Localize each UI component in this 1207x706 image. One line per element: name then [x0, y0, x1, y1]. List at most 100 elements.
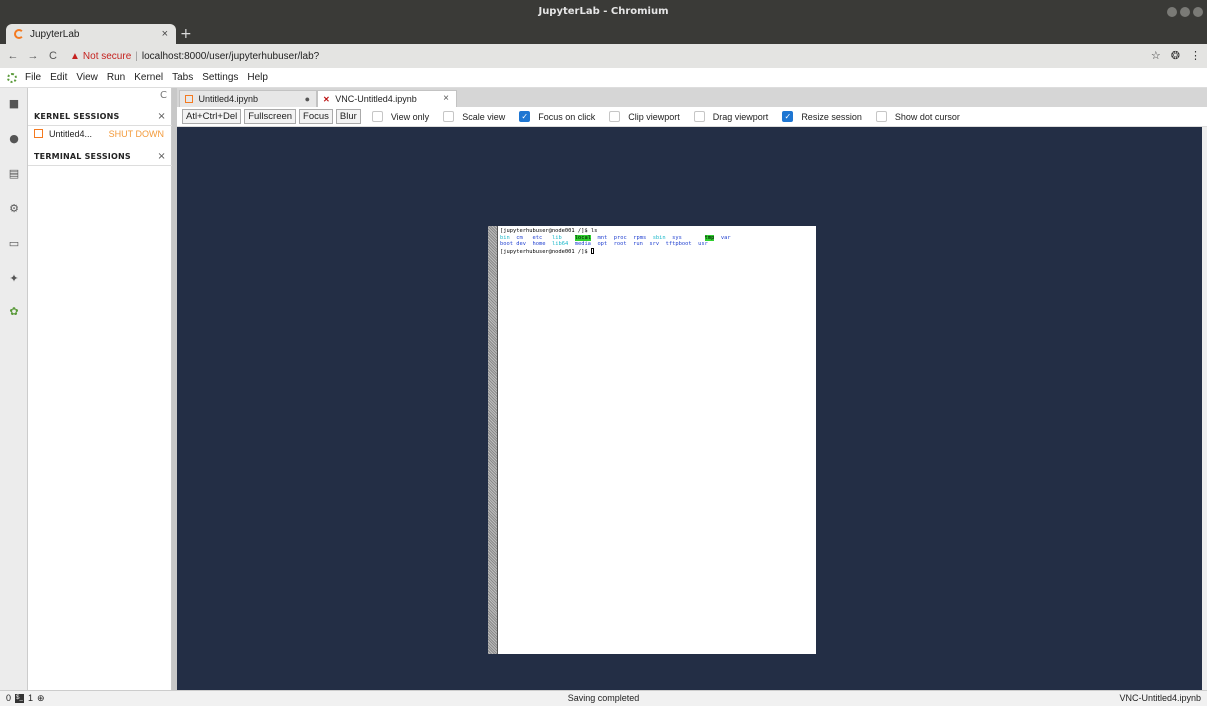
focus-on-click-option[interactable]: ✓ Focus on click	[519, 111, 595, 122]
window-controls	[1167, 7, 1203, 17]
close-kernels-icon[interactable]: ×	[157, 108, 166, 126]
url-field[interactable]: localhost:8000/user/jupyterhubuser/lab?	[142, 51, 319, 62]
ls-entry: usr	[698, 241, 708, 247]
focus-button[interactable]: Focus	[299, 109, 333, 124]
profile-icon[interactable]: ❂	[1171, 49, 1180, 62]
folder-icon[interactable]: ■	[8, 98, 20, 110]
tabs-icon[interactable]: ▭	[8, 238, 20, 250]
extension-manager-icon[interactable]: ✦	[8, 273, 20, 285]
new-tab-button[interactable]: +	[180, 24, 192, 44]
ls-entry: media	[574, 241, 591, 247]
focus-on-click-checkbox[interactable]: ✓	[519, 111, 531, 122]
view-only-checkbox[interactable]	[371, 111, 383, 122]
session-name[interactable]: Untitled4...	[49, 126, 92, 142]
ls-entry: run	[633, 241, 643, 247]
terminal-line: boot dev home lib64 media opt root run s…	[500, 241, 731, 248]
ls-entry: rpms	[633, 234, 647, 241]
status-bar: 0 $_ 1 ⊕ Saving completed VNC-Untitled4.…	[0, 690, 1207, 706]
menu-file[interactable]: File	[25, 72, 41, 83]
jupyter-logo-icon[interactable]: ✿	[8, 306, 20, 318]
tab-vnc-untitled4[interactable]: ✕ VNC-Untitled4.ipynb ×	[317, 90, 457, 107]
bookmark-star-icon[interactable]: ☆	[1151, 49, 1161, 62]
resize-session-checkbox[interactable]: ✓	[782, 111, 794, 122]
ls-entry: boot	[500, 241, 513, 247]
address-bar-actions: ☆ ❂ ⋮	[1151, 49, 1201, 62]
address-bar: ← → C ▲ Not secure | localhost:8000/user…	[0, 44, 1207, 68]
remote-desktop[interactable]: [jupyterhubuser@node001 /]$ ls bin cm etc…	[488, 226, 816, 654]
ls-entry: lib64	[551, 241, 569, 247]
view-only-option[interactable]: View only	[371, 111, 429, 122]
window-titlebar: JupyterLab - Chromium	[0, 0, 1207, 24]
commands-icon[interactable]: ▤	[8, 168, 20, 180]
ls-entry: cm	[516, 234, 523, 241]
resize-session-option[interactable]: ✓ Resize session	[782, 111, 862, 122]
terminal-scrollbar[interactable]	[488, 226, 498, 654]
tab-label: Untitled4.ipynb	[198, 94, 259, 104]
terminal-sessions-title: TERMINAL SESSIONS	[34, 152, 131, 161]
option-label: Scale view	[462, 111, 506, 122]
kernel-session-item[interactable]: Untitled4... SHUT DOWN	[28, 126, 172, 142]
kernel-sessions-title: KERNEL SESSIONS	[34, 112, 120, 121]
notebook-icon	[185, 95, 193, 103]
clip-viewport-checkbox[interactable]	[609, 111, 621, 122]
warning-icon[interactable]: ▲	[70, 51, 80, 62]
reload-button[interactable]: C	[46, 50, 60, 62]
terminal-prompt: [jupyterhubuser@node001 /]$	[500, 248, 591, 255]
close-terminals-icon[interactable]: ×	[157, 148, 166, 166]
menu-view[interactable]: View	[76, 72, 98, 83]
drag-viewport-option[interactable]: Drag viewport	[693, 111, 769, 122]
menu-tabs[interactable]: Tabs	[172, 72, 193, 83]
blur-button[interactable]: Blur	[335, 109, 361, 124]
tab-untitled4[interactable]: Untitled4.ipynb ●	[179, 90, 317, 107]
ls-entry: proc	[613, 234, 627, 241]
show-dot-cursor-checkbox[interactable]	[875, 111, 887, 122]
url-separator: |	[135, 50, 138, 62]
tab-label: VNC-Untitled4.ipynb	[335, 94, 417, 104]
close-tab-icon[interactable]: ×	[162, 28, 168, 40]
option-label: Drag viewport	[712, 111, 769, 122]
drag-viewport-checkbox[interactable]	[693, 111, 705, 122]
refresh-icon[interactable]: C	[160, 90, 167, 101]
menu-run[interactable]: Run	[107, 72, 125, 83]
menu-edit[interactable]: Edit	[50, 72, 67, 83]
minimize-button[interactable]	[1167, 7, 1177, 17]
terminal-line: [jupyterhubuser@node001 /]$	[500, 247, 731, 256]
close-tab-icon[interactable]: ×	[443, 91, 449, 107]
maximize-button[interactable]	[1180, 7, 1190, 17]
window-title: JupyterLab - Chromium	[538, 6, 669, 17]
terminal-sessions-header: TERMINAL SESSIONS ×	[28, 148, 172, 166]
property-inspector-icon[interactable]: ⚙	[8, 203, 20, 215]
xterm-window[interactable]: [jupyterhubuser@node001 /]$ ls bin cm etc…	[500, 228, 731, 255]
menu-help[interactable]: Help	[247, 72, 268, 83]
option-label: Clip viewport	[628, 111, 680, 122]
menu-kernel[interactable]: Kernel	[134, 72, 163, 83]
ls-entry: sys	[672, 234, 682, 241]
vnc-scrollbar[interactable]	[1202, 127, 1207, 690]
back-button[interactable]: ←	[6, 50, 20, 62]
close-window-button[interactable]	[1193, 7, 1203, 17]
ls-entry: lib	[552, 234, 562, 241]
browser-tab-label: JupyterLab	[30, 28, 80, 40]
scale-view-option[interactable]: Scale view	[443, 111, 505, 122]
ls-entry: root	[613, 241, 627, 247]
not-secure-label[interactable]: Not secure	[83, 51, 131, 62]
ls-entry: etc	[532, 234, 543, 241]
ls-entry: dev	[516, 241, 526, 247]
browser-menu-icon[interactable]: ⋮	[1190, 49, 1201, 62]
scale-view-checkbox[interactable]	[443, 111, 455, 122]
cursor-icon	[590, 247, 594, 254]
show-dot-cursor-option[interactable]: Show dot cursor	[875, 111, 960, 122]
ctrl-alt-del-button[interactable]: Atl+Ctrl+Del	[182, 109, 242, 124]
menu-settings[interactable]: Settings	[202, 72, 238, 83]
clip-viewport-option[interactable]: Clip viewport	[609, 111, 680, 122]
browser-tab-strip: JupyterLab × +	[0, 24, 1207, 44]
vnc-viewer[interactable]: [jupyterhubuser@node001 /]$ ls bin cm etc…	[177, 127, 1202, 690]
unsaved-dot-icon[interactable]: ●	[305, 91, 310, 107]
forward-button[interactable]: →	[26, 50, 40, 62]
shutdown-button[interactable]: SHUT DOWN	[109, 126, 164, 142]
browser-tab[interactable]: JupyterLab ×	[6, 24, 176, 44]
fullscreen-button[interactable]: Fullscreen	[244, 109, 297, 124]
notebook-icon	[34, 129, 43, 138]
ls-entry: srv	[649, 241, 660, 247]
running-sessions-icon[interactable]: ●	[8, 133, 20, 145]
